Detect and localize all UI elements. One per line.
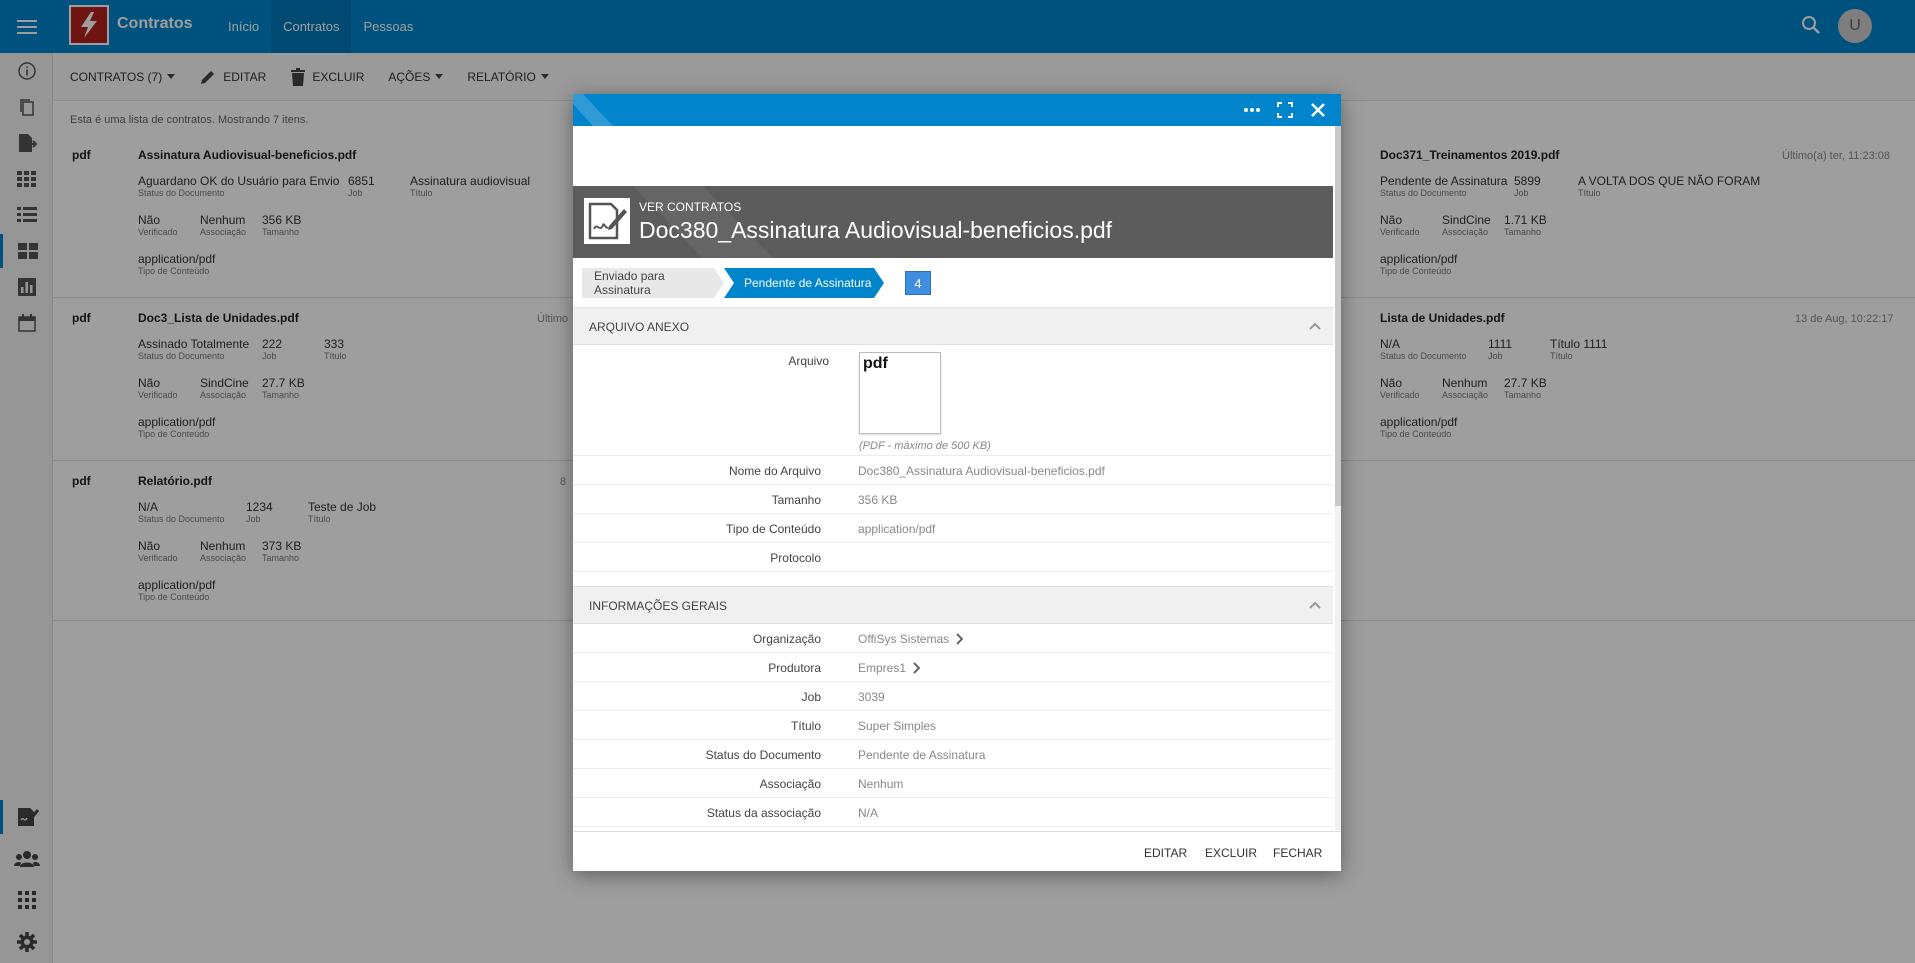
field-value: Nenhum [858, 777, 904, 791]
step-pendente[interactable]: Pendente de Assinatura [724, 268, 884, 298]
section-informacoes-gerais[interactable]: INFORMAÇÕES GERAIS [573, 586, 1333, 624]
field-label: Protocolo [770, 551, 821, 565]
field-value: Pendente de Assinatura [858, 748, 986, 762]
contract-sign-icon [584, 198, 630, 244]
field-value: 3039 [858, 690, 885, 704]
close-icon[interactable] [1309, 101, 1327, 119]
field-label: Produtora [768, 661, 821, 675]
field-label: Título [790, 719, 821, 733]
field-value: 356 KB [858, 493, 898, 507]
field-label: Nome do Arquivo [728, 464, 821, 478]
field-label: Tamanho [771, 493, 821, 507]
chevron-right-icon [956, 633, 964, 645]
scrollbar-thumb[interactable] [1335, 126, 1341, 506]
file-hint: (PDF - máximo de 500 KB) [859, 440, 991, 452]
field-value: Super Simples [858, 719, 937, 733]
excluir-button[interactable]: EXCLUIR [1205, 846, 1257, 860]
field-label: Associação [759, 777, 821, 791]
field-row: Título Super Simples [573, 711, 1333, 740]
more-icon[interactable] [1243, 101, 1261, 119]
field-label: Status do Documento [705, 748, 821, 762]
field-row: Status do Documento Pendente de Assinatu… [573, 740, 1333, 769]
field-row: Organização OffiSys Sistemas [573, 624, 1333, 653]
maximize-icon[interactable] [1276, 101, 1294, 119]
field-label: Arquivo [788, 354, 829, 368]
step-enviado[interactable]: Enviado para Assinatura [582, 268, 724, 298]
section-title: INFORMAÇÕES GERAIS [589, 599, 728, 613]
header-decoration [573, 94, 613, 126]
chevron-up-icon[interactable] [1309, 322, 1321, 330]
field-label: Job [801, 690, 821, 704]
chevron-up-icon[interactable] [1309, 601, 1321, 609]
field-row: Produtora Empres1 [573, 653, 1333, 682]
field-value: Empres1 [858, 661, 907, 675]
dialog-scrollbar[interactable] [1335, 126, 1341, 830]
field-row: Protocolo [573, 543, 1333, 572]
editar-button[interactable]: EDITAR [1144, 846, 1187, 860]
dialog-subtitle: VER CONTRATOS [639, 200, 742, 214]
field-row: Nome do Arquivo Doc380_Assinatura Audiov… [573, 456, 1333, 485]
file-type-badge: pdf [863, 355, 888, 372]
file-thumbnail[interactable]: pdf [859, 352, 941, 434]
field-value: N/A [858, 806, 879, 820]
section-arquivo-anexo[interactable]: ARQUIVO ANEXO [573, 307, 1333, 345]
dialog-header [573, 94, 1341, 126]
record-hero: VER CONTRATOS Doc380_Assinatura Audiovis… [573, 186, 1333, 258]
step-count-badge[interactable]: 4 [905, 271, 931, 295]
dialog-footer: EDITAR EXCLUIR FECHAR [573, 831, 1341, 871]
field-value: OffiSys Sistemas [858, 632, 950, 646]
producer-link[interactable]: Empres1 [858, 661, 921, 675]
field-label: Organização [752, 632, 821, 646]
field-value: application/pdf [858, 522, 936, 536]
chevron-right-icon [913, 662, 921, 674]
fechar-button[interactable]: FECHAR [1273, 846, 1322, 860]
view-contract-dialog: VER CONTRATOS Doc380_Assinatura Audiovis… [573, 94, 1341, 871]
field-row: Tamanho 356 KB [573, 485, 1333, 514]
field-value: Doc380_Assinatura Audiovisual-beneficios… [858, 464, 1105, 478]
field-label: Status da associação [706, 806, 821, 820]
organization-link[interactable]: OffiSys Sistemas [858, 632, 964, 646]
field-row: Status da associação N/A [573, 798, 1333, 827]
field-row: Tipo de Conteúdo application/pdf [573, 514, 1333, 543]
field-row: Job 3039 [573, 682, 1333, 711]
field-row: Associação Nenhum [573, 769, 1333, 798]
field-label: Tipo de Conteúdo [726, 522, 821, 536]
dialog-title: Doc380_Assinatura Audiovisual-beneficios… [639, 217, 1113, 243]
section-title: ARQUIVO ANEXO [589, 320, 690, 334]
